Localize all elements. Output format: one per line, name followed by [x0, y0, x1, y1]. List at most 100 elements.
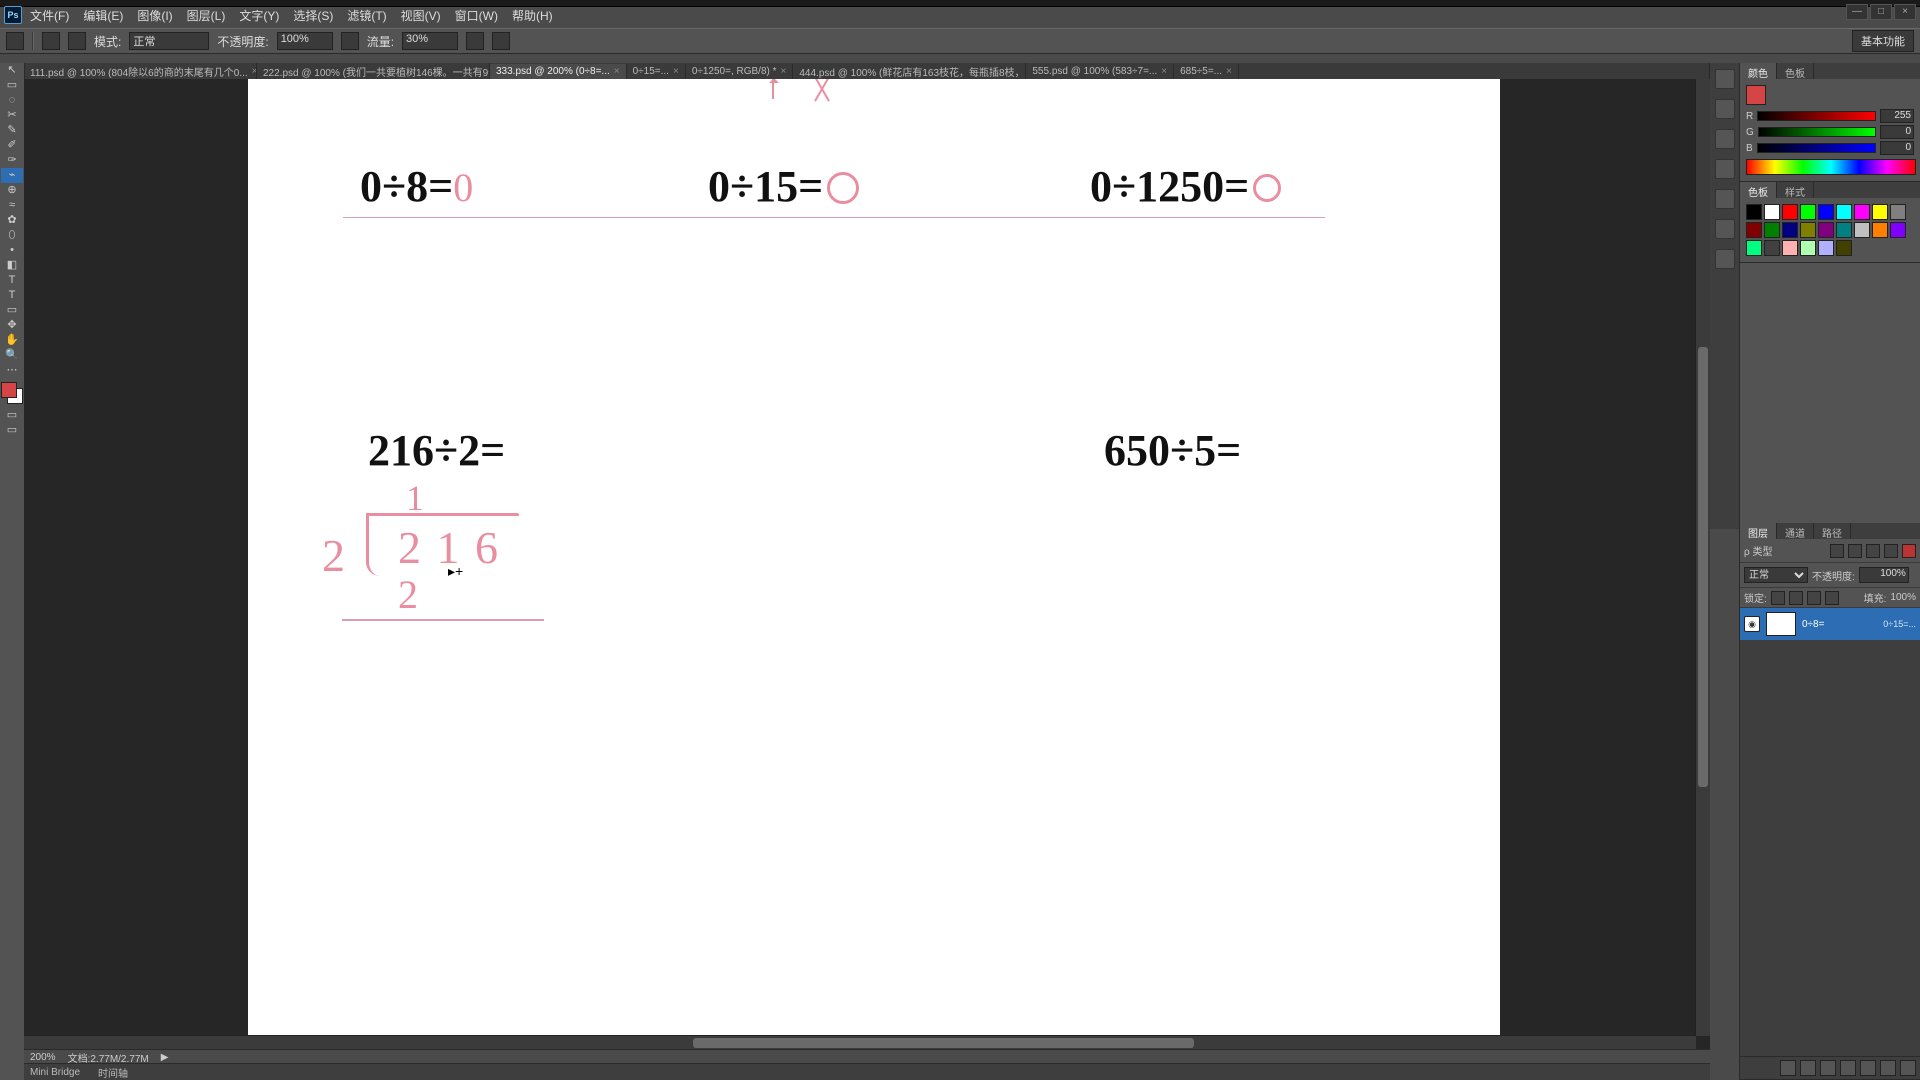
info-icon[interactable]: [1715, 249, 1735, 269]
tab-styles[interactable]: 样式: [1777, 182, 1814, 198]
fg-color-swatch[interactable]: [1, 382, 17, 398]
actions-icon[interactable]: [1715, 99, 1735, 119]
flow-input[interactable]: 30%: [402, 32, 458, 50]
fill-input[interactable]: 100%: [1890, 592, 1916, 603]
pressure-size-icon[interactable]: [492, 32, 510, 50]
airbrush-icon[interactable]: [466, 32, 484, 50]
doc-tab[interactable]: 222.psd @ 100% (我们一共要植树146棵。一共有9个班，平均每个班…: [257, 63, 490, 79]
swatch[interactable]: [1764, 204, 1780, 220]
blur-tool[interactable]: •: [1, 243, 23, 258]
menu-window[interactable]: 窗口(W): [449, 5, 504, 26]
menu-file[interactable]: 文件(F): [24, 5, 75, 26]
menu-image[interactable]: 图像(I): [131, 5, 178, 26]
tab-layers[interactable]: 图层: [1740, 523, 1777, 539]
swatch[interactable]: [1818, 222, 1834, 238]
filter-icon[interactable]: [1866, 544, 1880, 558]
brush-tool[interactable]: ⌁: [1, 168, 23, 183]
swatch[interactable]: [1836, 204, 1852, 220]
filter-icon[interactable]: [1884, 544, 1898, 558]
g-value[interactable]: 0: [1880, 125, 1914, 139]
tab-swatches[interactable]: 色板: [1777, 63, 1814, 79]
lock-position-icon[interactable]: [1807, 591, 1821, 605]
scroll-thumb[interactable]: [1698, 347, 1708, 787]
mask-icon[interactable]: [1820, 1060, 1836, 1076]
g-slider[interactable]: [1758, 127, 1876, 137]
new-layer-icon[interactable]: [1880, 1060, 1896, 1076]
menu-layer[interactable]: 图层(L): [181, 5, 232, 26]
brush-preset-icon[interactable]: [42, 32, 60, 50]
shape-tool[interactable]: ✥: [1, 318, 23, 333]
layer-opacity-input[interactable]: 100%: [1859, 567, 1909, 583]
close-icon[interactable]: ×: [614, 66, 620, 77]
quickmask-tool[interactable]: ▭: [1, 408, 23, 423]
doc-tab[interactable]: 0÷15=...×: [627, 64, 686, 79]
doc-tab-active[interactable]: 333.psd @ 200% (0÷8=...×: [490, 64, 627, 79]
crop-tool[interactable]: ✎: [1, 123, 23, 138]
r-value[interactable]: 255: [1880, 109, 1914, 123]
scroll-thumb[interactable]: [693, 1038, 1195, 1048]
hand-tool[interactable]: ✋: [1, 333, 23, 348]
r-slider[interactable]: [1757, 111, 1876, 121]
menu-edit[interactable]: 编辑(E): [77, 5, 129, 26]
tab-mini-bridge[interactable]: Mini Bridge: [30, 1067, 80, 1078]
document-canvas[interactable]: 0÷8=0 0÷15= 0÷1250= 216÷2= 650÷5= 2 1 2 …: [248, 79, 1500, 1050]
window-minimize[interactable]: —: [1846, 4, 1868, 20]
move-tool[interactable]: ↖: [1, 63, 23, 78]
b-slider[interactable]: [1757, 143, 1876, 153]
heal-tool[interactable]: ✑: [1, 153, 23, 168]
swatch[interactable]: [1890, 222, 1906, 238]
swatch[interactable]: [1890, 204, 1906, 220]
tab-color[interactable]: 颜色: [1740, 63, 1777, 79]
fg-preview[interactable]: [1746, 85, 1766, 105]
swatch[interactable]: [1764, 240, 1780, 256]
doc-tab[interactable]: 0÷1250=, RGB/8) *×: [686, 64, 794, 79]
menu-help[interactable]: 帮助(H): [506, 5, 559, 26]
spectrum-bar[interactable]: [1746, 159, 1916, 175]
swatch[interactable]: [1818, 204, 1834, 220]
history-brush-tool[interactable]: ≈: [1, 198, 23, 213]
swatch[interactable]: [1746, 222, 1762, 238]
zoom-tool[interactable]: 🔍: [1, 348, 23, 363]
pen-tool[interactable]: T: [1, 273, 23, 288]
character-icon[interactable]: [1715, 189, 1735, 209]
menu-filter[interactable]: 滤镜(T): [341, 5, 392, 26]
pressure-opacity-icon[interactable]: [341, 32, 359, 50]
visibility-icon[interactable]: ◉: [1744, 616, 1760, 632]
swatch[interactable]: [1746, 240, 1762, 256]
swatch[interactable]: [1800, 240, 1816, 256]
lock-all-icon[interactable]: [1825, 591, 1839, 605]
blend-mode-select[interactable]: 正常: [1744, 567, 1808, 583]
swatch[interactable]: [1836, 240, 1852, 256]
adjustment-icon[interactable]: [1840, 1060, 1856, 1076]
menu-view[interactable]: 视图(V): [395, 5, 447, 26]
opacity-input[interactable]: 100%: [277, 32, 333, 50]
swatch[interactable]: [1764, 222, 1780, 238]
history-icon[interactable]: [1715, 69, 1735, 89]
close-icon[interactable]: ×: [1226, 66, 1232, 77]
more-tools[interactable]: ⋯: [1, 363, 23, 378]
swatch[interactable]: [1872, 204, 1888, 220]
delete-layer-icon[interactable]: [1900, 1060, 1916, 1076]
filter-icon[interactable]: [1848, 544, 1862, 558]
tab-timeline[interactable]: 时间轴: [98, 1065, 128, 1080]
swatch[interactable]: [1782, 240, 1798, 256]
dodge-tool[interactable]: ◧: [1, 258, 23, 273]
color-swatches[interactable]: [1, 382, 23, 404]
filter-icon[interactable]: [1830, 544, 1844, 558]
group-icon[interactable]: [1860, 1060, 1876, 1076]
window-maximize[interactable]: □: [1870, 4, 1892, 20]
swatch[interactable]: [1800, 222, 1816, 238]
workspace-button[interactable]: 基本功能: [1852, 30, 1914, 52]
horizontal-scrollbar[interactable]: [24, 1035, 1696, 1050]
brush-icon[interactable]: [1715, 159, 1735, 179]
screenmode-tool[interactable]: ▭: [1, 423, 23, 438]
stamp-tool[interactable]: ⊕: [1, 183, 23, 198]
tab-paths[interactable]: 路径: [1814, 523, 1851, 539]
layer-name[interactable]: 0÷8=: [1802, 619, 1877, 630]
b-value[interactable]: 0: [1880, 141, 1914, 155]
brush-tool-icon[interactable]: [6, 32, 24, 50]
close-icon[interactable]: ×: [673, 66, 679, 77]
lock-transparent-icon[interactable]: [1771, 591, 1785, 605]
link-layers-icon[interactable]: [1780, 1060, 1796, 1076]
eyedropper-tool[interactable]: ✐: [1, 138, 23, 153]
